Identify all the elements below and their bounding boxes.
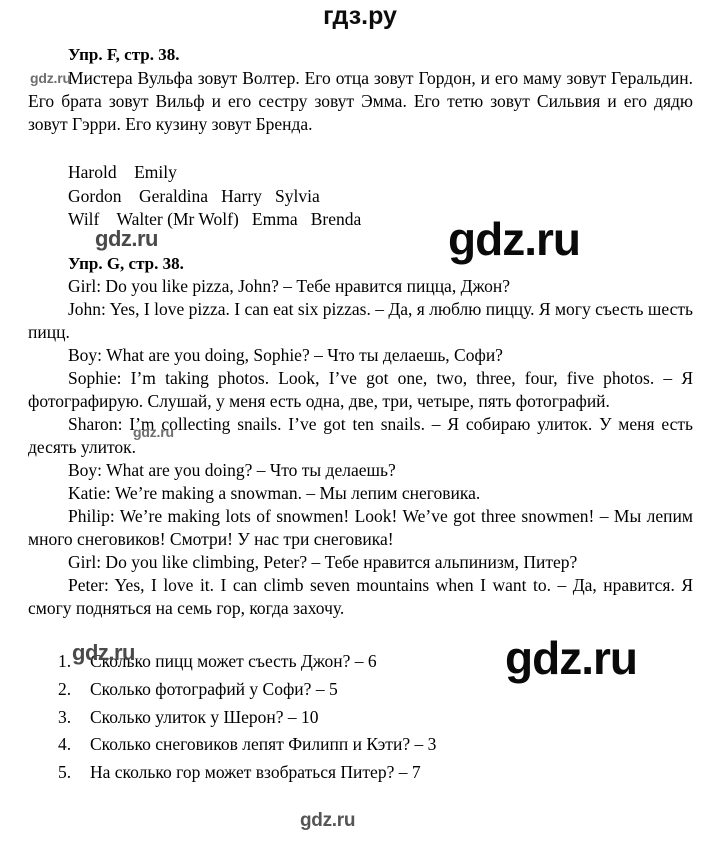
site-title: гдз.ру bbox=[323, 2, 397, 30]
exercise-f-heading: Упр. F, стр. 38. bbox=[68, 45, 180, 64]
exercise-g-section: Упр. G, стр. 38. Girl: Do you like pizza… bbox=[28, 253, 693, 620]
answer-row: 5. На сколько гор может взобраться Питер… bbox=[28, 759, 693, 787]
answer-row: 2. Сколько фотографий у Софи? – 5 bbox=[28, 676, 693, 704]
answer-row: 1. Сколько пицц может съесть Джон? – 6 bbox=[28, 648, 693, 676]
answer-text: Сколько улиток у Шерон? – 10 bbox=[90, 706, 319, 727]
dialogue-line: Katie: We’re making a snowman. – Мы лепи… bbox=[68, 483, 481, 504]
answer-number: 2. bbox=[58, 678, 72, 699]
dialogue-line: Boy: What are you doing, Sophie? – Что т… bbox=[68, 345, 503, 366]
dialogue-line: Boy: What are you doing? – Что ты делаеш… bbox=[68, 460, 396, 481]
dialogue-line: Philip: We’re making lots of snowmen! Lo… bbox=[28, 506, 693, 550]
document-content: Упр. F, стр. 38. Мистера Вульфа зовут Во… bbox=[28, 44, 693, 786]
answer-text: Сколько снеговиков лепят Филипп и Кэти? … bbox=[90, 734, 437, 755]
answer-row: 4. Сколько снеговиков лепят Филипп и Кэт… bbox=[28, 731, 693, 759]
dialogue-line: John: Yes, I love pizza. I can eat six p… bbox=[28, 299, 693, 343]
dialogue-line: Girl: Do you like climbing, Peter? – Теб… bbox=[68, 552, 578, 573]
names-row: Harold Emily bbox=[68, 162, 177, 183]
answer-number: 3. bbox=[58, 706, 72, 727]
names-row: Gordon Geraldina Harry Sylvia bbox=[68, 185, 320, 206]
dialogue-line: Girl: Do you like pizza, John? – Тебе нр… bbox=[68, 276, 511, 297]
names-row: Wilf Walter (Mr Wolf) Emma Brenda bbox=[68, 208, 362, 229]
answer-number: 5. bbox=[58, 761, 72, 782]
answer-row: 3. Сколько улиток у Шерон? – 10 bbox=[28, 704, 693, 732]
exercise-g-heading: Упр. G, стр. 38. bbox=[68, 254, 184, 274]
answer-number: 4. bbox=[58, 734, 72, 755]
names-list: Harold Emily Gordon Geraldina Harry Sylv… bbox=[28, 161, 693, 231]
document-page: гдз.ру Упр. F, стр. 38. Мистера Вульфа з… bbox=[0, 0, 720, 841]
answer-number: 1. bbox=[58, 651, 72, 672]
answers-list: 1. Сколько пицц может съесть Джон? – 6 2… bbox=[28, 648, 693, 786]
answer-text: На сколько гор может взобраться Питер? –… bbox=[90, 761, 421, 782]
dialogue-line: Sharon: I’m collecting snails. I’ve got … bbox=[28, 414, 693, 458]
answer-text: Сколько пицц может съесть Джон? – 6 bbox=[90, 651, 377, 672]
watermark-bottom: gdz.ru bbox=[300, 810, 356, 831]
answer-text: Сколько фотографий у Софи? – 5 bbox=[90, 678, 338, 699]
dialogue-line: Peter: Yes, I love it. I can climb seven… bbox=[28, 575, 693, 619]
exercise-f-section: Упр. F, стр. 38. Мистера Вульфа зовут Во… bbox=[28, 44, 693, 231]
dialogue-line: Sophie: I’m taking photos. Look, I’ve go… bbox=[28, 368, 693, 412]
exercise-f-paragraph: Мистера Вульфа зовут Волтер. Его отца зо… bbox=[28, 68, 693, 134]
